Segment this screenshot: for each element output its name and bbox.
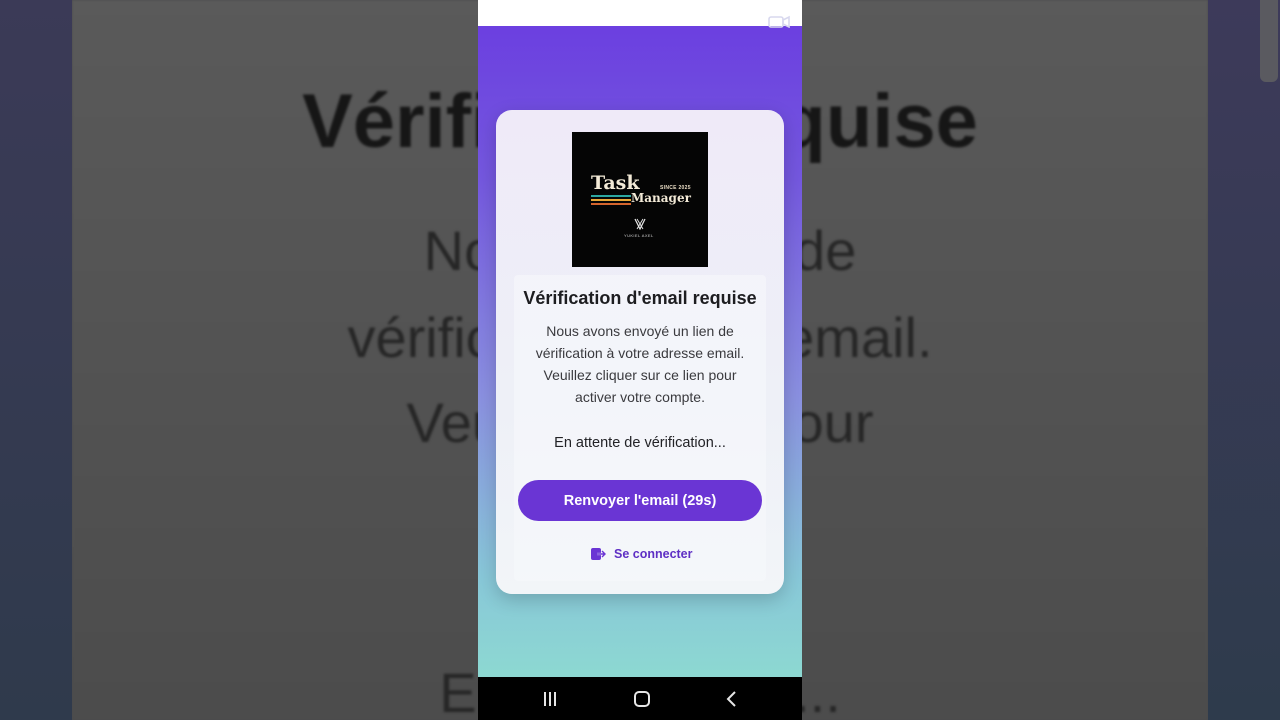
logo-monogram-icon — [634, 218, 646, 230]
task-manager-logo: Task SINCE 2025 Manager YUKIEL AXEL — [572, 132, 708, 267]
logo-stripe — [591, 203, 631, 205]
logo-author: YUKIEL AXEL — [624, 233, 654, 238]
logo-stripe — [591, 195, 631, 197]
resend-email-button[interactable]: Renvoyer l'email (29s) — [518, 480, 762, 521]
status-bar — [478, 0, 802, 26]
page-title: Vérification d'email requise — [523, 288, 757, 308]
backdrop-handle — [1260, 0, 1278, 82]
back-icon[interactable] — [722, 689, 742, 709]
sign-in-link[interactable]: Se connecter — [590, 543, 693, 565]
waiting-status: En attente de vérification... — [554, 435, 726, 451]
logo-stripe — [591, 199, 631, 201]
recent-apps-icon[interactable] — [540, 689, 560, 709]
android-nav-bar — [478, 677, 802, 720]
logout-arrow-icon — [591, 548, 606, 560]
phone-screen: Task SINCE 2025 Manager YUKIEL AXEL Véri… — [478, 0, 802, 720]
camera-icon — [768, 15, 790, 28]
verification-message: Nous avons envoyé un lien de vérificatio… — [535, 323, 745, 405]
home-icon[interactable] — [632, 689, 652, 709]
verification-card: Task SINCE 2025 Manager YUKIEL AXEL Véri… — [496, 110, 784, 594]
logo-word-manager: Manager — [631, 191, 691, 205]
sign-in-label: Se connecter — [614, 547, 693, 561]
